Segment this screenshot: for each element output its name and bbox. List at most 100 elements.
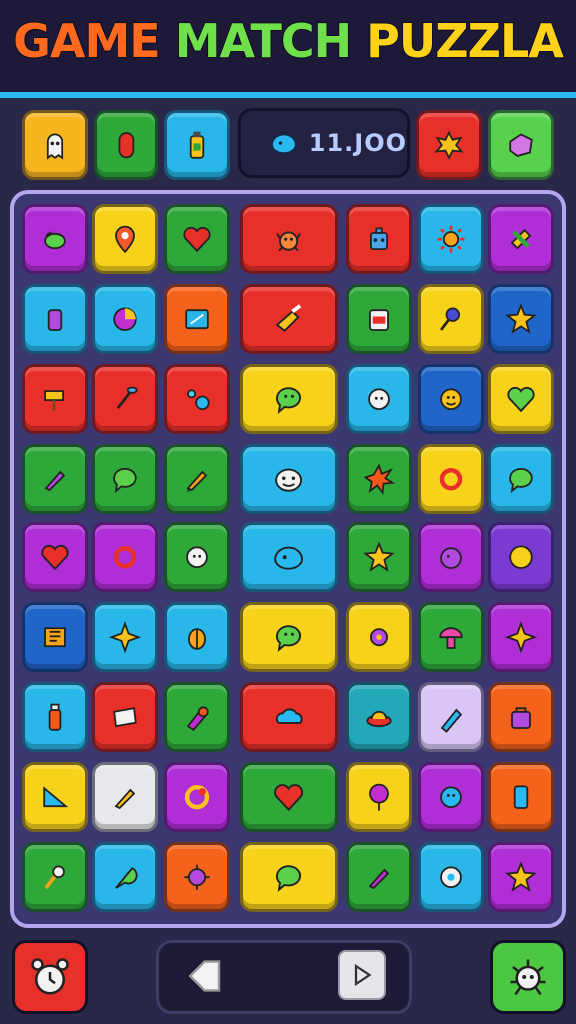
board-tile[interactable]: [240, 364, 338, 434]
board-tile[interactable]: [488, 522, 554, 592]
cross-icon: [510, 228, 532, 250]
board-tile[interactable]: [92, 204, 158, 274]
board-tile[interactable]: [488, 682, 554, 752]
feather-icon: [115, 866, 138, 889]
board-tile[interactable]: [346, 284, 412, 354]
bottle-booster-button[interactable]: [164, 110, 230, 180]
board-tile[interactable]: [92, 842, 158, 912]
board-tile[interactable]: [164, 762, 230, 832]
board-tile[interactable]: [164, 284, 230, 354]
board-tile[interactable]: [488, 284, 554, 354]
capsule-booster-button[interactable]: [94, 110, 158, 180]
board-tile[interactable]: [92, 602, 158, 672]
cloud-icon: [276, 708, 303, 724]
wand-icon: [44, 865, 65, 889]
sign-icon: [44, 389, 64, 411]
board-tile[interactable]: [164, 522, 230, 592]
board-tile[interactable]: [92, 444, 158, 514]
board-tile[interactable]: [346, 602, 412, 672]
board-tile[interactable]: [346, 204, 412, 274]
board-tile[interactable]: [92, 682, 158, 752]
board-tile[interactable]: [418, 364, 484, 434]
board-tile[interactable]: [22, 444, 88, 514]
ghost-icon: [46, 133, 64, 160]
board-tile[interactable]: [488, 444, 554, 514]
board-tile[interactable]: [240, 444, 338, 514]
board-tile[interactable]: [240, 284, 338, 354]
board-tile[interactable]: [22, 682, 88, 752]
board-tile[interactable]: [240, 602, 338, 672]
board-tile[interactable]: [418, 762, 484, 832]
board-tile[interactable]: [418, 682, 484, 752]
board-tile[interactable]: [92, 522, 158, 592]
board-tile[interactable]: [164, 842, 230, 912]
board-tile[interactable]: [164, 602, 230, 672]
bottle-icon: [48, 703, 62, 731]
board-tile[interactable]: [22, 204, 88, 274]
board-tile[interactable]: [488, 204, 554, 274]
bblob-icon: [274, 546, 304, 570]
spoon-icon: [440, 307, 460, 331]
board-tile[interactable]: [240, 682, 338, 752]
face-icon: [440, 388, 462, 410]
board-tile[interactable]: [92, 284, 158, 354]
board-tile[interactable]: [488, 842, 554, 912]
balloon-icon: [369, 783, 389, 811]
bug-button[interactable]: [490, 940, 566, 1014]
alarm-clock-button[interactable]: [12, 940, 88, 1014]
board-tile[interactable]: [22, 602, 88, 672]
board-tile[interactable]: [240, 522, 338, 592]
board-tile[interactable]: [240, 842, 338, 912]
board-tile[interactable]: [418, 522, 484, 592]
board-tile[interactable]: [418, 842, 484, 912]
board-tile[interactable]: [22, 522, 88, 592]
book-icon: [44, 627, 66, 647]
board-tile[interactable]: [488, 364, 554, 434]
ball-icon: [113, 307, 137, 331]
board-tile[interactable]: [418, 204, 484, 274]
board-tile[interactable]: [164, 364, 230, 434]
previous-button[interactable]: [182, 950, 232, 1002]
flower-icon: [368, 388, 390, 410]
pen-icon: [440, 708, 463, 733]
brush2-icon: [116, 386, 138, 409]
title-word-game: GAME: [12, 13, 162, 69]
board-tile[interactable]: [346, 364, 412, 434]
board-tile[interactable]: [22, 762, 88, 832]
blue-blob-icon: [271, 133, 297, 154]
board-tile[interactable]: [346, 682, 412, 752]
title-word-match: MATCH: [174, 13, 353, 69]
next-button[interactable]: [338, 950, 386, 1000]
board-tile[interactable]: [92, 364, 158, 434]
board-tile[interactable]: [488, 762, 554, 832]
board-tile[interactable]: [240, 204, 338, 274]
board-tile[interactable]: [22, 364, 88, 434]
crayon2-icon: [368, 868, 390, 889]
board-tile[interactable]: [418, 602, 484, 672]
board-tile[interactable]: [488, 602, 554, 672]
ghost-booster-button[interactable]: [22, 110, 88, 180]
crab-icon: [276, 231, 302, 252]
board-tile[interactable]: [240, 762, 338, 832]
gchat-icon: [509, 467, 533, 493]
phone-icon: [513, 785, 529, 809]
board-tile[interactable]: [22, 284, 88, 354]
ring-icon: [113, 545, 137, 569]
board-tile[interactable]: [418, 284, 484, 354]
board-tile[interactable]: [346, 762, 412, 832]
board-tile[interactable]: [346, 522, 412, 592]
board-tile[interactable]: [164, 204, 230, 274]
board-tile[interactable]: [346, 842, 412, 912]
alarm-clock-icon: [31, 958, 69, 995]
pin-icon: [115, 225, 135, 253]
board-tile[interactable]: [346, 444, 412, 514]
gem-booster-button[interactable]: [488, 110, 554, 180]
smile-icon: [275, 468, 303, 492]
board-tile[interactable]: [22, 842, 88, 912]
board-tile[interactable]: [418, 444, 484, 514]
board-tile[interactable]: [92, 762, 158, 832]
board-tile[interactable]: [164, 682, 230, 752]
ostar-icon: [505, 861, 537, 892]
board-tile[interactable]: [164, 444, 230, 514]
splat-booster-button[interactable]: [416, 110, 482, 180]
